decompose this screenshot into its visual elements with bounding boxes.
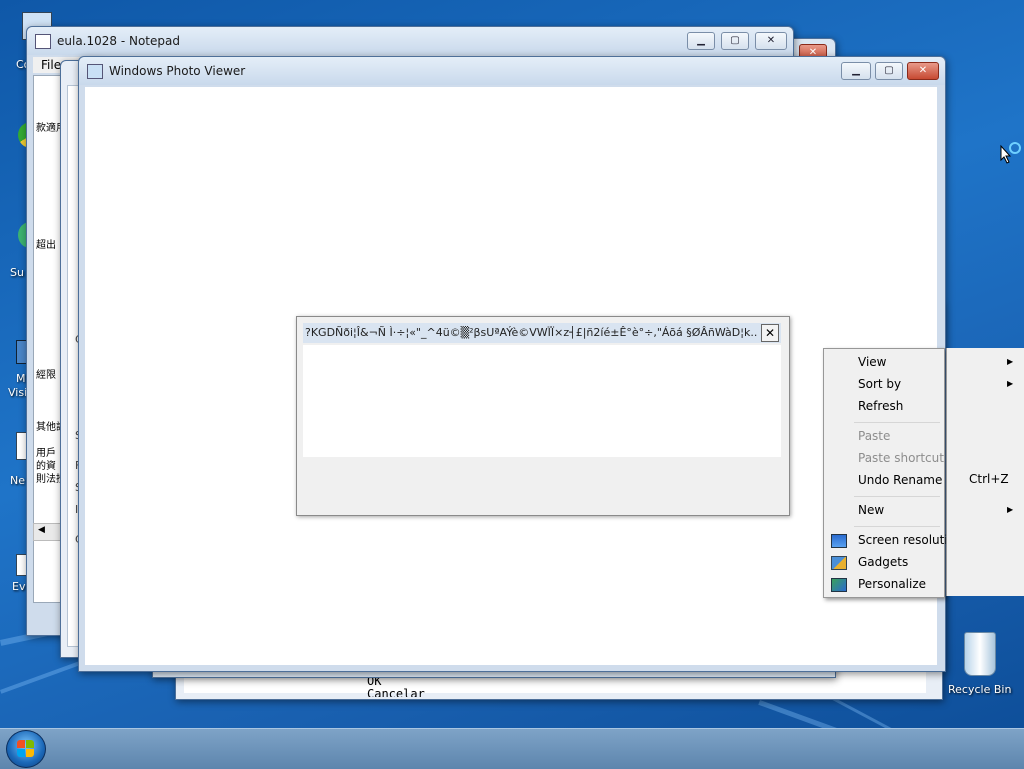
menu-item-gadgets[interactable]: Gadgets [858,555,908,569]
context-menu-extension: ▶ ▶ Ctrl+Z ▶ [946,348,1024,596]
photo-viewer-titlebar[interactable]: Windows Photo Viewer ▁ ▢ ✕ [79,57,945,85]
maximize-button[interactable]: ▢ [721,32,749,50]
menu-separator [854,422,940,423]
undo-rename-shortcut: Ctrl+Z [969,472,1009,486]
close-icon: ✕ [766,35,776,46]
close-button[interactable]: ✕ [755,32,787,50]
minimize-button[interactable]: ▁ [687,32,715,50]
desktop-icon-label: M [16,372,26,385]
desktop-icon-label: Ne [10,474,25,487]
maximize-button[interactable]: ▢ [875,62,903,80]
close-icon: ✕ [764,326,776,340]
menu-item-undo-rename[interactable]: Undo Rename [858,473,942,487]
taskbar[interactable] [0,728,1024,769]
desktop-icon-label: Recycle Bin [948,683,1012,696]
recycle-bin-icon [964,632,996,676]
close-button[interactable]: ✕ [907,62,939,80]
close-icon: ✕ [918,65,928,76]
maximize-icon: ▢ [730,35,740,46]
desktop-icon-label: Su [10,266,24,279]
notepad-title: eula.1028 - Notepad [57,34,180,48]
photo-viewer-icon [87,64,103,79]
dialog-body [303,345,781,457]
submenu-arrow-icon: ▶ [1007,505,1014,514]
windows-logo-icon [17,740,35,758]
menu-item-sort-by[interactable]: Sort by [858,377,901,391]
menu-item-personalize[interactable]: Personalize [858,577,926,591]
dialog-close-button[interactable]: ✕ [761,324,779,342]
scroll-left-icon: ◀ [38,525,45,535]
submenu-arrow-icon: ▶ [1007,379,1014,388]
text-fragment: 超出 [36,240,56,251]
monitor-icon [831,534,847,548]
minimize-icon: ▁ [852,65,860,76]
menu-item-view[interactable]: View [858,355,886,369]
minimize-button[interactable]: ▁ [841,62,871,80]
desktop-icon-label: Visi [8,386,28,399]
submenu-arrow-icon: ▶ [1007,357,1014,366]
desktop-context-menu[interactable]: View Sort by Refresh Paste Paste shortcu… [823,348,948,598]
error-dialog[interactable]: ?KGDÑði¦Î&¬Ñ Ì·÷¦«"_^4ü©▒²βsUªAÝè©VWÏÏ×z… [296,316,790,516]
desktop-icon-recycle-bin[interactable]: Recycle Bin [944,630,1016,700]
menu-item-refresh[interactable]: Refresh [858,399,903,413]
cancelar-option[interactable]: Cancelar [367,687,425,697]
menu-separator [854,496,940,497]
menu-item-screen-resolution[interactable]: Screen resolution [858,533,948,547]
menu-item-new[interactable]: New [858,503,884,517]
minimize-icon: ▁ [697,35,705,46]
notepad-titlebar[interactable]: eula.1028 - Notepad ▁ ▢ ✕ [27,27,793,55]
menu-separator [854,526,940,527]
start-button[interactable] [6,730,46,768]
notepad-icon [35,34,51,49]
maximize-icon: ▢ [884,65,894,76]
text-fragment: 經限 [36,370,56,381]
dialog-titlebar[interactable]: ?KGDÑði¦Î&¬Ñ Ì·÷¦«"_^4ü©▒²βsUªAÝè©VWÏÏ×z… [303,323,781,343]
menu-item-paste[interactable]: Paste [858,429,890,443]
menu-file[interactable]: File [41,58,61,72]
menu-item-paste-shortcut[interactable]: Paste shortcut [858,451,944,465]
busy-cursor-icon [1000,142,1022,166]
gadgets-icon [831,556,847,570]
photo-viewer-title: Windows Photo Viewer [109,64,246,78]
personalize-icon [831,578,847,592]
dialog-title: ?KGDÑði¦Î&¬Ñ Ì·÷¦«"_^4ü©▒²βsUªAÝè©VWÏÏ×z… [305,326,757,339]
